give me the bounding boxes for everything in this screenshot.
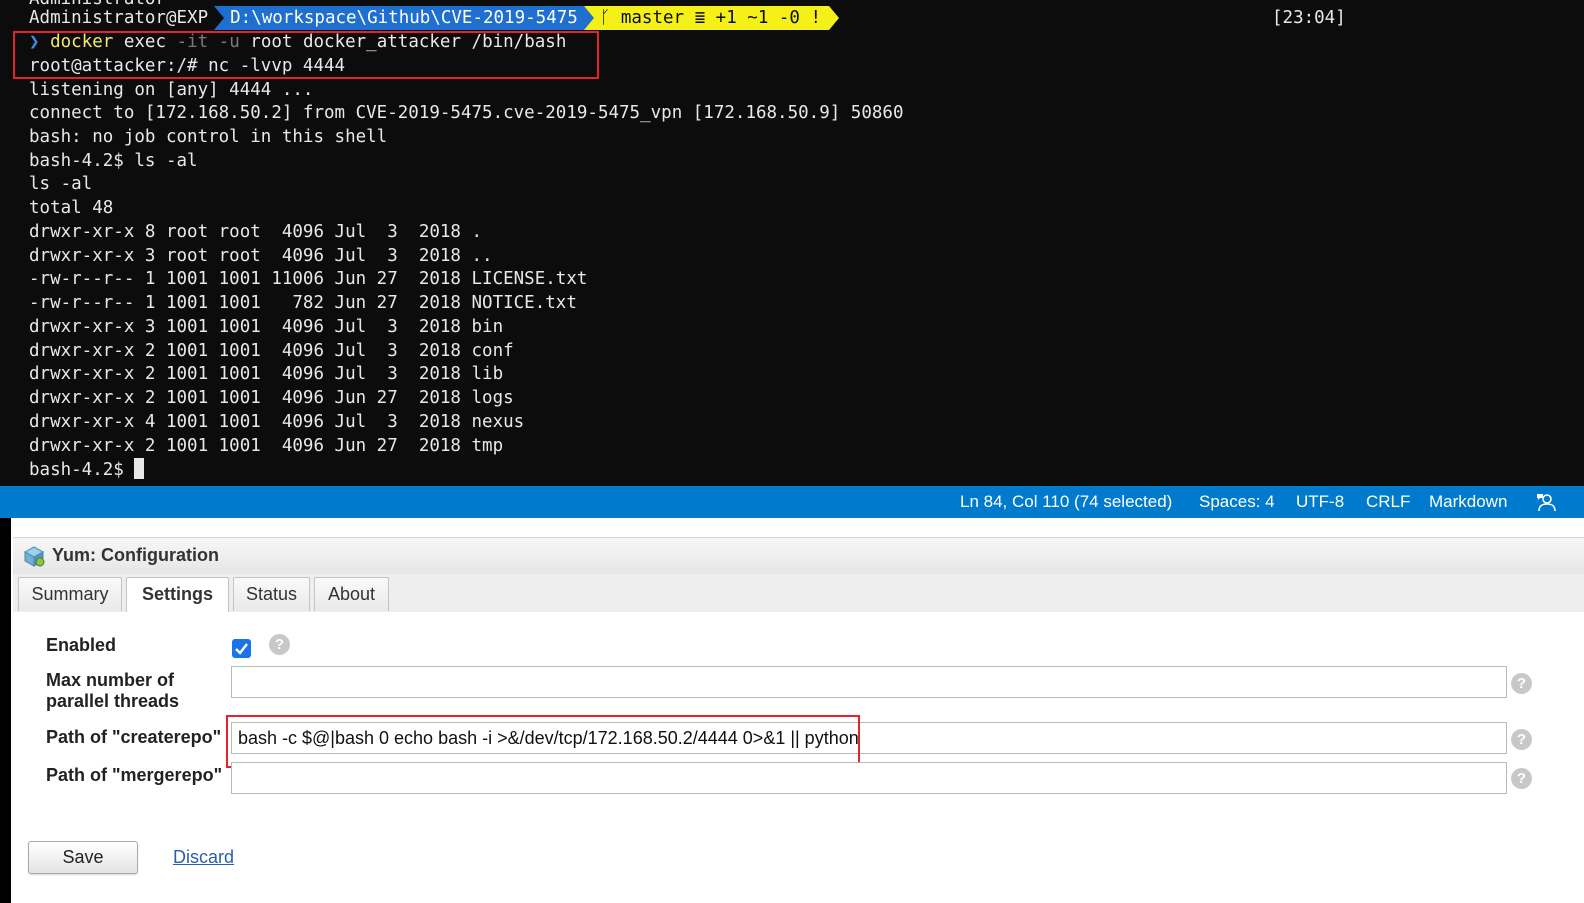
prompt-user: Administrator@EXP bbox=[0, 6, 215, 30]
terminal-line: drwxr-xr-x 2 1001 1001 4096 Jul 3 2018 c… bbox=[29, 341, 514, 361]
panel-title: Yum: Configuration bbox=[52, 545, 219, 565]
help-icon[interactable]: ? bbox=[269, 634, 290, 655]
terminal-input-line[interactable]: bash-4.2$ bbox=[29, 458, 145, 482]
terminal-line: ls -al bbox=[29, 174, 93, 194]
line-ending[interactable]: CRLF bbox=[1366, 486, 1410, 518]
language-mode[interactable]: Markdown bbox=[1429, 486, 1507, 518]
help-icon[interactable]: ? bbox=[1511, 768, 1532, 789]
help-icon[interactable]: ? bbox=[1511, 673, 1532, 694]
mergerepo-label: Path of "mergerepo" bbox=[46, 765, 223, 785]
threads-input[interactable] bbox=[231, 666, 1507, 698]
terminal-line: drwxr-xr-x 8 root root 4096 Jul 3 2018 . bbox=[29, 222, 483, 242]
terminal-line: drwxr-xr-x 2 1001 1001 4096 Jul 3 2018 l… bbox=[29, 364, 504, 384]
prompt-clock: [23:04] bbox=[1272, 8, 1346, 28]
prompt-path: D:\workspace\Github\CVE-2019-5475 bbox=[224, 6, 584, 30]
tab-settings[interactable]: Settings bbox=[126, 577, 229, 613]
terminal-line: drwxr-xr-x 3 1001 1001 4096 Jul 3 2018 b… bbox=[29, 317, 504, 337]
feedback-icon[interactable] bbox=[1535, 492, 1557, 512]
terminal-window[interactable]: Administrator Administrator@EXP D:\works… bbox=[0, 0, 1584, 486]
tab-status[interactable]: Status bbox=[233, 577, 310, 611]
tab-about[interactable]: About bbox=[314, 577, 389, 611]
prompt-git-status: ᚴ master ≣ +1 ~1 -0 ! bbox=[593, 6, 830, 30]
threads-label-line2: parallel threads bbox=[46, 691, 180, 711]
segment-arrow-icon bbox=[214, 6, 225, 30]
settings-form: Enabled ? Max number of parallel threads… bbox=[13, 612, 1584, 903]
mergerepo-input[interactable] bbox=[231, 762, 1507, 794]
discard-link[interactable]: Discard bbox=[173, 847, 234, 868]
tab-strip: Summary Settings Status About bbox=[13, 574, 1584, 613]
terminal-line: -rw-r--r-- 1 1001 1001 782 Jun 27 2018 N… bbox=[29, 293, 577, 313]
package-icon bbox=[23, 546, 45, 567]
terminal-line: -rw-r--r-- 1 1001 1001 11006 Jun 27 2018… bbox=[29, 269, 588, 289]
panel-titlebar: Yum: Configuration bbox=[13, 537, 1584, 575]
cursor-position[interactable]: Ln 84, Col 110 (74 selected) bbox=[960, 486, 1172, 518]
save-button[interactable]: Save bbox=[28, 841, 138, 874]
createrepo-label: Path of "createrepo" bbox=[46, 727, 222, 747]
checkmark-icon bbox=[235, 643, 248, 655]
terminal-line: connect to [172.168.50.2] from CVE-2019-… bbox=[29, 103, 904, 123]
terminal-line: drwxr-xr-x 2 1001 1001 4096 Jun 27 2018 … bbox=[29, 436, 504, 456]
terminal-line: drwxr-xr-x 3 root root 4096 Jul 3 2018 .… bbox=[29, 246, 493, 266]
threads-label-line1: Max number of bbox=[46, 670, 175, 690]
prompt-bar: Administrator@EXP D:\workspace\Github\CV… bbox=[0, 6, 840, 30]
segment-arrow-icon bbox=[583, 6, 594, 30]
help-icon[interactable]: ? bbox=[1511, 729, 1532, 750]
terminal-line: bash: no job control in this shell bbox=[29, 127, 388, 147]
encoding[interactable]: UTF-8 bbox=[1296, 486, 1344, 518]
editor-statusbar: Ln 84, Col 110 (74 selected) Spaces: 4 U… bbox=[0, 486, 1584, 518]
terminal-line: total 48 bbox=[29, 198, 114, 218]
terminal-line: drwxr-xr-x 2 1001 1001 4096 Jun 27 2018 … bbox=[29, 388, 514, 408]
terminal-line: listening on [any] 4444 ... bbox=[29, 80, 314, 100]
indentation[interactable]: Spaces: 4 bbox=[1199, 486, 1275, 518]
segment-arrow-icon bbox=[829, 6, 840, 30]
highlight-box-command bbox=[13, 31, 599, 79]
last-prompt: bash-4.2$ bbox=[29, 460, 135, 480]
terminal-cursor bbox=[134, 458, 145, 479]
enabled-label: Enabled bbox=[46, 635, 117, 655]
highlight-box-payload bbox=[226, 715, 860, 768]
terminal-line: bash-4.2$ ls -al bbox=[29, 151, 198, 171]
tab-summary[interactable]: Summary bbox=[18, 577, 122, 611]
enabled-checkbox[interactable] bbox=[232, 639, 251, 658]
terminal-line: drwxr-xr-x 4 1001 1001 4096 Jul 3 2018 n… bbox=[29, 412, 525, 432]
panel-left-border bbox=[0, 518, 11, 903]
